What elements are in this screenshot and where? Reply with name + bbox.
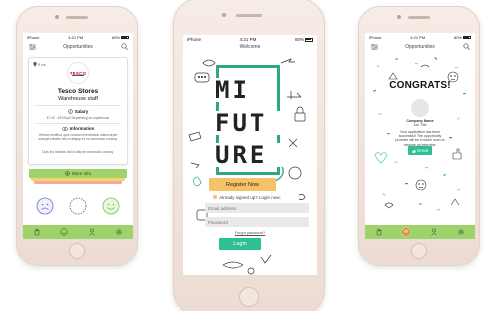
great-button[interactable]: Great [408, 146, 432, 155]
more-info-button[interactable]: More Info [29, 169, 127, 178]
register-now-button[interactable]: Register Now [209, 178, 276, 191]
middle-screen: iPhone 4:21 PM 80% Welcome MI FUT URE Re… [183, 35, 317, 275]
salary-heading: £ Salary [67, 109, 89, 114]
information-heading: Information [29, 126, 127, 131]
salary-icon: £ [67, 109, 73, 114]
neutral-face-icon[interactable] [69, 197, 87, 215]
front-camera [397, 15, 401, 19]
logo-text-mi: MI [215, 78, 255, 102]
earpiece [408, 16, 430, 19]
distance-badge: 0 mi [33, 62, 46, 67]
sad-face-icon[interactable] [36, 197, 54, 215]
tab-person-icon[interactable] [429, 227, 439, 237]
happy-face-icon[interactable] [102, 197, 120, 215]
tab-bar [365, 225, 475, 239]
left-screen: iPhone 4:21 PM 80% Opportunities 0 mi TE… [23, 33, 133, 239]
company-avatar [411, 99, 429, 117]
middle-phone: iPhone 4:21 PM 80% Welcome MI FUT URE Re… [173, 0, 325, 311]
success-message: Your application has been successful! Th… [395, 130, 445, 147]
email-field[interactable] [205, 203, 309, 213]
tab-hand-icon[interactable] [374, 227, 384, 237]
tab-bar [23, 225, 133, 239]
eye-icon [61, 126, 68, 131]
top-bar: Opportunities [23, 41, 133, 53]
distance-label: 0 mi [38, 62, 46, 67]
plus-circle-icon [65, 171, 70, 176]
carrier-label: iPhone [27, 34, 40, 40]
already-signed-up-text: Already signed up? Login now: [219, 195, 281, 200]
forgot-password-link[interactable]: Forgot password? [183, 231, 317, 235]
company-logo: TESCO [67, 62, 89, 84]
job-title: Job Title [413, 123, 427, 127]
job-role: Warehouse staff [58, 96, 98, 102]
opportunity-card[interactable]: 0 mi TESCO Tesco Stores Warehouse staff … [28, 57, 128, 165]
right-phone: iPhone 4:21 PM 80% Opportunities CONGRAT… [358, 6, 480, 266]
password-field[interactable] [205, 217, 309, 227]
svg-text:£: £ [69, 110, 71, 114]
earpiece [236, 14, 262, 17]
left-phone: iPhone 4:21 PM 80% Opportunities 0 mi TE… [16, 6, 138, 266]
thumbs-up-icon [412, 148, 416, 153]
rating-faces [23, 197, 133, 215]
tab-hand-icon[interactable] [32, 227, 42, 237]
divider [35, 123, 121, 124]
home-button[interactable] [239, 287, 259, 307]
time-label: 4:21 PM [68, 34, 84, 40]
tab-gear-icon[interactable] [114, 227, 124, 237]
logo-text-ure: URE [215, 143, 285, 167]
filter-sliders-icon[interactable] [29, 44, 36, 50]
login-button[interactable]: Login [219, 238, 261, 250]
battery-icon [120, 35, 129, 40]
tab-smile-icon[interactable] [59, 227, 69, 237]
page-title: Opportunities [63, 44, 93, 50]
information-text: Veniam vestibul, quis nostrud exercitati… [38, 133, 118, 142]
logo-text-fut: FUT [215, 111, 285, 135]
location-pin-icon [33, 62, 37, 67]
divider [35, 105, 121, 106]
card-stack-layer [34, 181, 122, 184]
front-camera [222, 13, 226, 17]
earpiece [66, 16, 88, 19]
status-bar: iPhone 4:21 PM 80% [23, 33, 133, 41]
congrats-title: CONGRATS! [389, 80, 451, 91]
information-text-2: Duis leo lobortis nisl ut aliq ea commod… [42, 150, 114, 154]
search-icon[interactable] [121, 43, 128, 50]
battery-label: 80% [112, 35, 129, 40]
front-camera [55, 15, 59, 19]
tab-smile-icon[interactable] [401, 227, 412, 237]
home-button[interactable] [69, 243, 85, 259]
tab-gear-icon[interactable] [456, 227, 466, 237]
tab-person-icon[interactable] [87, 227, 97, 237]
company-name: Tesco Stores [57, 88, 99, 95]
right-screen: iPhone 4:21 PM 80% Opportunities CONGRAT… [365, 33, 475, 239]
salary-text: £7.40 - £9.00/ph Depending on experience [46, 116, 110, 120]
home-button[interactable] [411, 243, 427, 259]
